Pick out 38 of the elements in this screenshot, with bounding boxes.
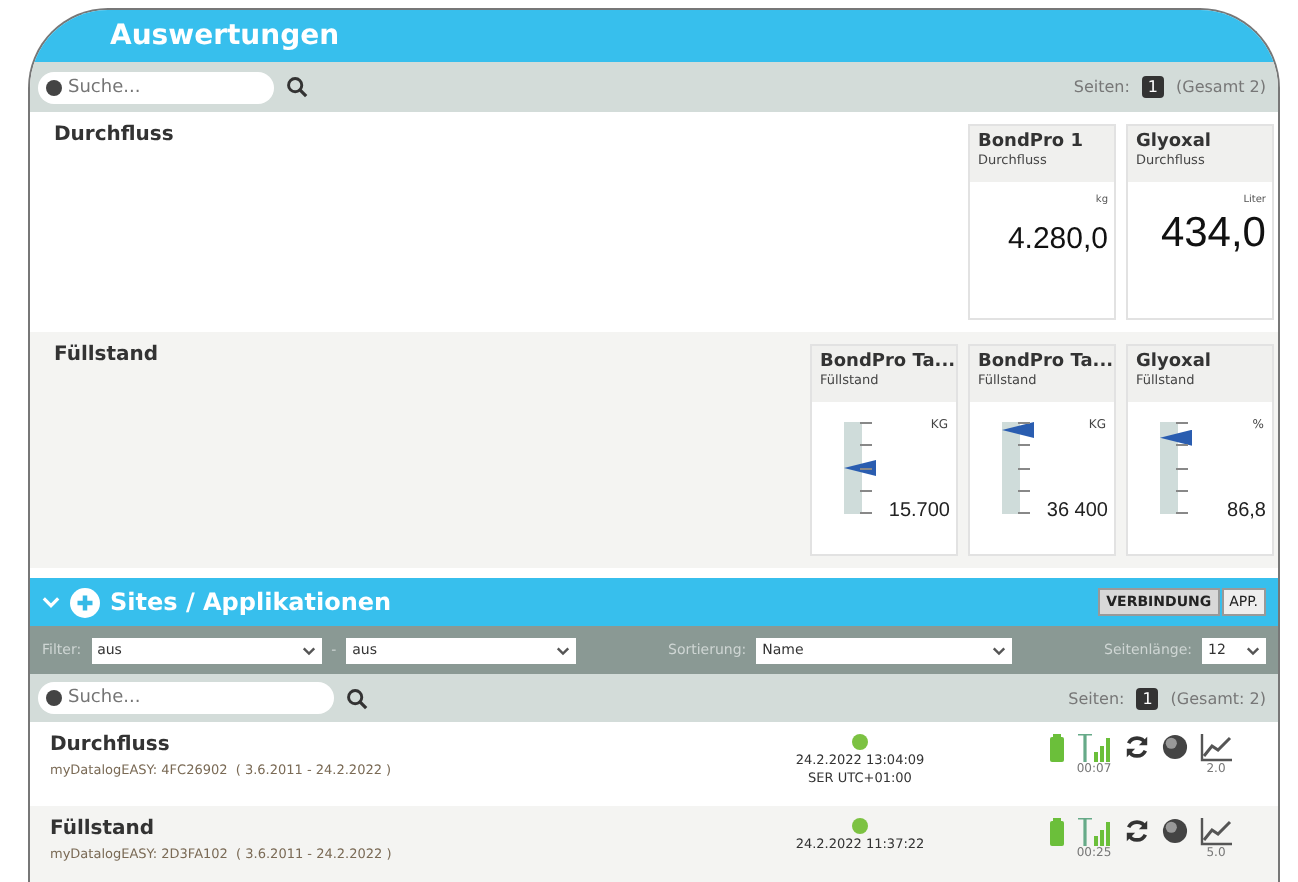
site-name[interactable]: Füllstand [50, 818, 710, 840]
chevron-down-icon [1246, 645, 1261, 655]
chevron-down-icon [301, 645, 316, 655]
section-title: Füllstand [54, 344, 159, 370]
total-count: (Gesamt: 2) [1170, 689, 1266, 707]
chevron-down-icon [556, 645, 571, 655]
pages-label: Seiten: [1073, 78, 1130, 96]
total-count: (Gesamt 2) [1176, 78, 1266, 96]
pages-label: Seiten: [1068, 689, 1125, 707]
refresh-icon[interactable] [1124, 818, 1150, 844]
search-icon[interactable] [286, 76, 308, 98]
search-icon[interactable] [346, 687, 368, 709]
counter-value: 434,0 [1160, 210, 1266, 258]
gauge-value: 86,8 [1227, 500, 1266, 522]
widget-title: Glyoxal [1136, 352, 1213, 372]
page-number[interactable]: 1 [1136, 687, 1159, 709]
chart-icon[interactable] [1200, 734, 1232, 762]
widget-title: Glyoxal [1136, 132, 1213, 152]
site-name[interactable]: Durchfluss [50, 734, 710, 756]
counter-value: 4.280,0 [1007, 222, 1108, 256]
search-field[interactable]: Suche... [38, 682, 334, 714]
section-title: Sites / Applikationen [110, 588, 392, 616]
search-field[interactable]: Suche... [38, 71, 274, 103]
globe-icon[interactable] [1162, 818, 1188, 844]
signal-icon [1076, 818, 1112, 846]
signal-icon [1076, 734, 1112, 762]
section-title: Durchfluss [54, 124, 174, 150]
chevron-down-icon [992, 645, 1007, 655]
widget-title: BondPro 1 [978, 132, 1086, 152]
globe-icon[interactable] [1162, 734, 1188, 760]
refresh-icon[interactable] [1124, 734, 1150, 760]
battery-icon [1050, 818, 1064, 846]
page-number[interactable]: 1 [1141, 76, 1164, 98]
gauge-value: 15.700 [888, 500, 950, 522]
window-title: Auswertungen [110, 20, 340, 52]
battery-icon [1050, 734, 1064, 762]
gauge-value: 36 400 [1046, 500, 1108, 522]
chart-icon[interactable] [1200, 818, 1232, 846]
